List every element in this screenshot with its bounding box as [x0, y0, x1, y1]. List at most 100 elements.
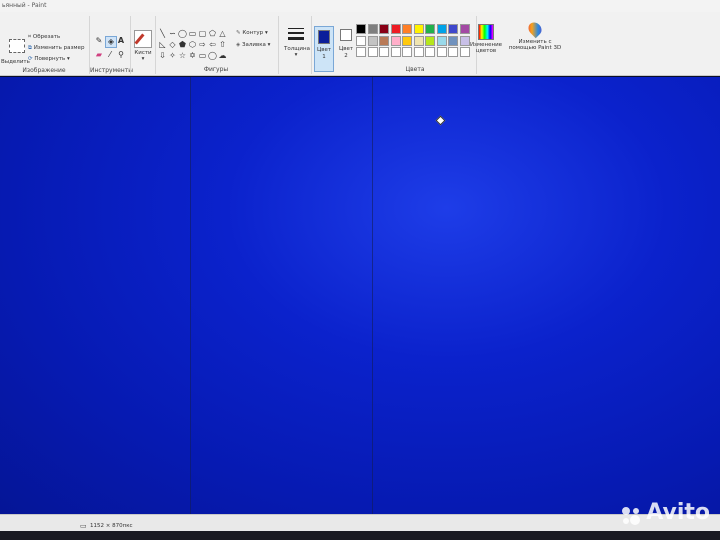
palette-swatch[interactable] [402, 47, 412, 57]
rounded-rectangle-shape-icon[interactable]: ▢ [198, 30, 207, 38]
taskbar [0, 531, 720, 540]
palette-swatch[interactable] [425, 35, 435, 46]
chevron-down-icon: ▾ [267, 42, 271, 48]
palette-swatch[interactable] [356, 47, 366, 57]
paint3d-label-2: помощью Paint 3D [508, 45, 562, 51]
tools-group-label: Инструменты [90, 67, 133, 74]
hexagon-shape-icon[interactable]: ⬡ [188, 41, 197, 49]
six-point-star-shape-icon[interactable]: ✡ [188, 52, 197, 60]
oval-callout-shape-icon[interactable]: ◯ [208, 52, 217, 60]
monitor-icon: ▭ [80, 522, 87, 530]
canvas-dimensions: 1152 × 870пкс [90, 523, 133, 529]
canvas-stroke-line [372, 77, 373, 514]
palette-swatch[interactable] [413, 24, 424, 34]
right-triangle-shape-icon[interactable]: ◺ [158, 41, 167, 49]
divider [130, 16, 131, 74]
color2-label: Цвет [338, 46, 354, 52]
palette-swatch[interactable] [379, 35, 389, 46]
text-icon[interactable]: A [116, 36, 126, 46]
color2-button[interactable]: Цвет 2 [337, 26, 355, 72]
palette-swatch[interactable] [448, 24, 458, 34]
outline-button[interactable]: ✎ Контур ▾ [236, 30, 268, 36]
palette-swatch[interactable] [448, 35, 458, 46]
rotate-icon: ⟳ [28, 56, 33, 62]
brushes-button[interactable]: Кисти ▾ [133, 30, 153, 62]
palette-swatch[interactable] [448, 47, 458, 57]
triangle-shape-icon[interactable]: △ [218, 30, 227, 38]
edit-colors-button[interactable]: Изменение цветов [466, 24, 506, 54]
palette-swatch[interactable] [413, 47, 424, 57]
paint3d-icon [525, 19, 545, 39]
chevron-down-icon: ▾ [67, 56, 70, 62]
polygon-shape-icon[interactable]: ⬠ [208, 30, 217, 38]
right-arrow-shape-icon[interactable]: ⇨ [198, 41, 207, 49]
magnifier-icon[interactable]: ⚲ [116, 50, 126, 60]
title-bar: ьянный - Paint [0, 0, 720, 12]
tools-group: ✎ ◈ A ▰ ⁄ ⚲ Инструменты [90, 12, 133, 76]
palette-swatch[interactable] [356, 35, 366, 46]
palette-swatch[interactable] [367, 24, 378, 34]
color-picker-icon[interactable]: ⁄ [105, 50, 115, 60]
down-arrow-shape-icon[interactable]: ⇩ [158, 52, 167, 60]
callout-shape-icon[interactable]: ▭ [198, 52, 207, 60]
palette-swatch[interactable] [379, 47, 389, 57]
fill-cursor-icon [435, 115, 446, 126]
chevron-down-icon: ▾ [294, 52, 298, 58]
oval-shape-icon[interactable]: ◯ [178, 30, 187, 38]
canvas-stroke-line [190, 77, 191, 514]
cloud-callout-shape-icon[interactable]: ☁ [218, 52, 227, 60]
pentagon-shape-icon[interactable]: ⬟ [178, 41, 187, 49]
shapes-group-label: Фигуры [203, 66, 229, 73]
color1-button[interactable]: Цвет 1 [314, 26, 334, 72]
crop-label: Обрезать [32, 34, 61, 40]
palette-swatch[interactable] [356, 24, 366, 34]
chevron-down-icon: ▾ [264, 30, 268, 36]
select-button[interactable]: Выделить [1, 38, 30, 65]
pencil-icon[interactable]: ✎ [94, 36, 104, 46]
crop-button[interactable]: ⌗ Обрезать [28, 34, 60, 41]
avito-watermark: Avito [622, 500, 710, 525]
resize-button[interactable]: ⧉ Изменить размер [28, 45, 84, 52]
palette-swatch[interactable] [436, 47, 447, 57]
palette-swatch[interactable] [425, 24, 435, 34]
palette-swatch[interactable] [402, 24, 412, 34]
crop-icon: ⌗ [28, 34, 32, 40]
select-label: Выделить [1, 59, 30, 65]
thickness-icon [288, 26, 304, 42]
line-shape-icon[interactable]: ╲ [158, 30, 167, 38]
palette-swatch[interactable] [402, 35, 412, 46]
color1-number: 1 [322, 54, 326, 60]
colors-group-label: Цвета [405, 66, 425, 73]
curve-shape-icon[interactable]: ∽ [168, 30, 177, 38]
palette-swatch[interactable] [390, 47, 401, 57]
paint3d-button[interactable]: Изменить с помощью Paint 3D [508, 19, 562, 51]
fill-button[interactable]: ◈ Заливка ▾ [236, 42, 270, 48]
rotate-label: Повернуть [34, 56, 66, 62]
palette-swatch[interactable] [390, 24, 401, 34]
palette-swatch[interactable] [390, 35, 401, 46]
color2-number: 2 [344, 53, 348, 59]
rotate-button[interactable]: ⟳ Повернуть ▾ [28, 56, 70, 62]
up-arrow-shape-icon[interactable]: ⇧ [218, 41, 227, 49]
palette-swatch[interactable] [413, 35, 424, 46]
palette-swatch[interactable] [436, 35, 447, 46]
palette-swatch[interactable] [425, 47, 435, 57]
drawing-canvas[interactable] [0, 77, 720, 514]
resize-label: Изменить размер [33, 45, 85, 51]
color-palette [356, 24, 474, 60]
palette-swatch[interactable] [436, 24, 447, 34]
palette-swatch[interactable] [367, 47, 378, 57]
diamond-shape-icon[interactable]: ◇ [168, 41, 177, 49]
four-point-star-shape-icon[interactable]: ✧ [168, 52, 177, 60]
thickness-button[interactable]: Толщина ▾ [284, 26, 310, 58]
palette-swatch[interactable] [367, 35, 378, 46]
eraser-icon[interactable]: ▰ [94, 50, 104, 60]
left-arrow-shape-icon[interactable]: ⇦ [208, 41, 217, 49]
outline-label: Контур [242, 30, 264, 36]
rectangle-shape-icon[interactable]: ▭ [188, 30, 197, 38]
color1-label: Цвет [316, 47, 332, 53]
palette-swatch[interactable] [379, 24, 389, 34]
five-point-star-shape-icon[interactable]: ☆ [178, 52, 187, 60]
edit-colors-label-2: цветов [475, 48, 497, 54]
color2-swatch [340, 29, 352, 41]
